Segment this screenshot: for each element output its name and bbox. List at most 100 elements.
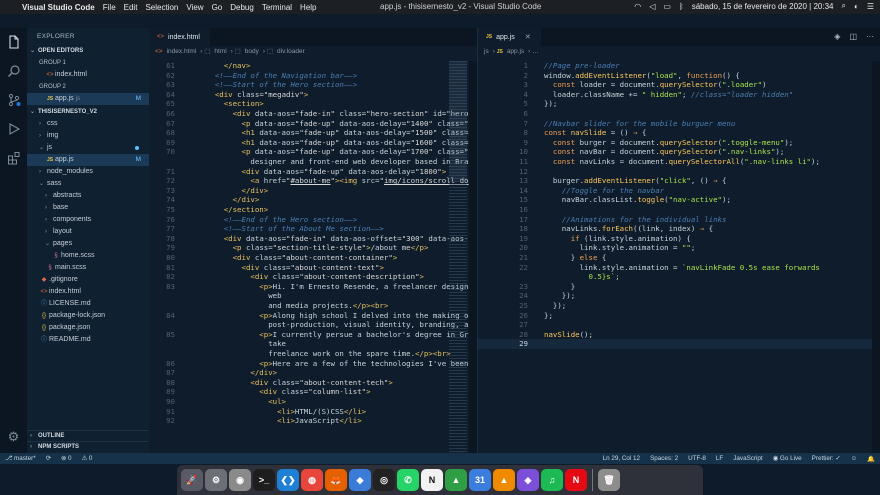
menu-selection[interactable]: Selection bbox=[141, 3, 182, 12]
code-line[interactable]: designer and front-end web developer bas… bbox=[149, 157, 477, 167]
clock-date[interactable]: sábado, 15 de fevereiro de 2020 | 20:34 bbox=[692, 2, 834, 11]
code-line[interactable]: 11 const navLinks = document.querySelect… bbox=[478, 157, 880, 167]
tab-app-js[interactable]: JS app.js ✕ bbox=[478, 28, 541, 46]
sync-icon[interactable]: ⟳ bbox=[41, 455, 56, 462]
close-icon[interactable]: ✕ bbox=[525, 33, 531, 41]
code-line[interactable]: 83 <p>Hi. I'm Ernesto Resende, a freelan… bbox=[149, 282, 477, 292]
breadcrumb-item[interactable]: … bbox=[532, 48, 539, 55]
code-line[interactable]: 82 <div class="about-content-description… bbox=[149, 272, 477, 282]
breadcrumb-item[interactable]: html bbox=[214, 48, 226, 55]
more-actions-icon[interactable]: ··· bbox=[866, 32, 874, 41]
code-line[interactable]: 28 navSlide(); bbox=[478, 330, 880, 340]
code-line[interactable]: 6 bbox=[478, 109, 880, 119]
menu-terminal[interactable]: Terminal bbox=[258, 3, 296, 12]
language-mode[interactable]: JavaScript bbox=[728, 455, 767, 462]
debug-icon[interactable] bbox=[6, 121, 22, 137]
netflix-icon[interactable]: N bbox=[565, 469, 587, 491]
chrome-icon[interactable]: ◍ bbox=[301, 469, 323, 491]
code-line[interactable]: 13 burger.addEventListener("click", () ⇒… bbox=[478, 176, 880, 186]
code-line[interactable]: 3 const loader = document.querySelector(… bbox=[478, 80, 880, 90]
tree-item[interactable]: {} package.json bbox=[27, 322, 149, 334]
branch-indicator[interactable]: ⎇ master* bbox=[0, 455, 41, 462]
code-line[interactable]: 19 if (link.style.animation) { bbox=[478, 234, 880, 244]
menu-help[interactable]: Help bbox=[296, 3, 320, 12]
prettier-status[interactable]: Prettier: ✓ bbox=[807, 455, 846, 462]
tree-item[interactable]: ⌄ sass bbox=[27, 178, 149, 190]
spotlight-icon[interactable]: ⌕ bbox=[842, 1, 846, 11]
code-line[interactable]: 10 const navBar = document.querySelector… bbox=[478, 147, 880, 157]
code-line[interactable]: 12 bbox=[478, 167, 880, 177]
code-line[interactable]: 91 <li>HTML/(S)CSS</li> bbox=[149, 407, 477, 417]
obs-icon[interactable]: ◎ bbox=[373, 469, 395, 491]
code-line[interactable]: 5}); bbox=[478, 99, 880, 109]
go-live-button[interactable]: ◉ Go Live bbox=[768, 455, 807, 462]
source-control-icon[interactable] bbox=[6, 92, 22, 108]
code-line[interactable]: 87 </div> bbox=[149, 368, 477, 378]
code-line[interactable]: 64 <div class="megadiv"> bbox=[149, 90, 477, 100]
breadcrumb-item[interactable]: app.js bbox=[507, 48, 524, 55]
indentation[interactable]: Spaces: 2 bbox=[645, 455, 683, 462]
code-line[interactable]: 74 </div> bbox=[149, 195, 477, 205]
trash-icon[interactable]: 🗑 bbox=[598, 469, 620, 491]
code-line[interactable]: 89 <div class="column-list"> bbox=[149, 387, 477, 397]
menu-file[interactable]: File bbox=[99, 3, 120, 12]
errors-count[interactable]: ⊗ 0 bbox=[56, 455, 77, 462]
tree-item[interactable]: {} package-lock.json bbox=[27, 310, 149, 322]
tree-item[interactable]: › img bbox=[27, 130, 149, 142]
code-line[interactable]: 25 }); bbox=[478, 301, 880, 311]
tree-item[interactable]: › base bbox=[27, 202, 149, 214]
code-line[interactable]: 85 <p>I currently persue a bachelor's de… bbox=[149, 330, 477, 340]
code-line[interactable]: 80 <div class="about-content-container"> bbox=[149, 253, 477, 263]
code-line[interactable]: 73 </div> bbox=[149, 186, 477, 196]
compare-icon[interactable]: ◈ bbox=[834, 32, 840, 41]
explorer-icon[interactable] bbox=[6, 34, 22, 50]
cursor-position[interactable]: Ln 29, Col 12 bbox=[598, 455, 645, 462]
project-section[interactable]: ⌄ THISISERNESTO_V2 bbox=[27, 107, 149, 118]
visual-studio-code-icon[interactable]: ❮❯ bbox=[277, 469, 299, 491]
affinity-icon[interactable]: ◈ bbox=[517, 469, 539, 491]
tree-item[interactable]: › components bbox=[27, 214, 149, 226]
menu-debug[interactable]: Debug bbox=[226, 3, 258, 12]
code-line[interactable]: 15 navBar.classList.toggle("nav-active")… bbox=[478, 195, 880, 205]
code-line[interactable]: 18 navLinks.forEach((link, index) ⇒ { bbox=[478, 224, 880, 234]
open-editors-section[interactable]: ⌄ OPEN EDITORS bbox=[27, 46, 149, 57]
tree-item[interactable]: ⌄ js bbox=[27, 142, 149, 154]
code-line[interactable]: 63 <!——Start of the Hero section——> bbox=[149, 80, 477, 90]
tree-item[interactable]: § main.scss bbox=[27, 262, 149, 274]
vlc-icon[interactable]: ▲ bbox=[493, 469, 515, 491]
code-line[interactable]: 71 <div data-aos="fade-up" data-aos-dela… bbox=[149, 167, 477, 177]
tree-item[interactable]: <> index.html bbox=[27, 286, 149, 298]
code-line[interactable]: 68 <h1 data-aos="fade-up" data-aos-delay… bbox=[149, 128, 477, 138]
google-drive-icon[interactable]: ▲ bbox=[445, 469, 467, 491]
code-line[interactable]: 76 <!——End of the Hero section——> bbox=[149, 215, 477, 225]
code-line[interactable]: post-production, visual identity, brandi… bbox=[149, 320, 477, 330]
code-line[interactable]: and media projects.</p><br> bbox=[149, 301, 477, 311]
scrollbar[interactable] bbox=[872, 61, 880, 453]
code-line[interactable]: 69 <h1 data-aos="fade-up" data-aos-delay… bbox=[149, 138, 477, 148]
tree-item[interactable]: › abstracts bbox=[27, 190, 149, 202]
code-line[interactable]: 65 <section> bbox=[149, 99, 477, 109]
minimap-viewport[interactable] bbox=[449, 61, 467, 181]
code-line[interactable]: 61 </nav> bbox=[149, 61, 477, 71]
code-line[interactable]: 29 bbox=[478, 339, 880, 349]
notification-center-icon[interactable]: ☰ bbox=[867, 2, 874, 11]
code-line[interactable]: 90 <ul> bbox=[149, 397, 477, 407]
code-line[interactable]: 86 <p>Here are a few of the technologies… bbox=[149, 359, 477, 369]
code-line[interactable]: 0.5}s`; bbox=[478, 272, 880, 282]
disk-utility-icon[interactable]: ◉ bbox=[229, 469, 251, 491]
tab-index-html[interactable]: <> index.html bbox=[149, 28, 210, 46]
code-line[interactable]: 21 } else { bbox=[478, 253, 880, 263]
code-line[interactable]: 2 window.addEventListener("load", functio… bbox=[478, 71, 880, 81]
npm-scripts-section[interactable]: › NPM SCRIPTS bbox=[27, 441, 149, 452]
code-line[interactable]: take bbox=[149, 339, 477, 349]
search-icon[interactable] bbox=[6, 63, 22, 79]
extensions-icon[interactable] bbox=[6, 150, 22, 166]
firefox-icon[interactable]: 🦊 bbox=[325, 469, 347, 491]
tree-item[interactable]: ⓘ LICENSE.md bbox=[27, 298, 149, 310]
code-line[interactable]: 9 const burger = document.querySelector(… bbox=[478, 138, 880, 148]
code-editor-html[interactable]: 61 </nav> 62 <!——End of the Navigation ba… bbox=[149, 61, 477, 453]
breadcrumb-item[interactable]: js bbox=[484, 48, 489, 55]
code-line[interactable]: 70 <p data-aos="fade-up" data-aos-delay=… bbox=[149, 147, 477, 157]
code-line[interactable]: 81 <div class="about-content-text"> bbox=[149, 263, 477, 273]
code-line[interactable]: 17 //Animations for the individual links bbox=[478, 215, 880, 225]
